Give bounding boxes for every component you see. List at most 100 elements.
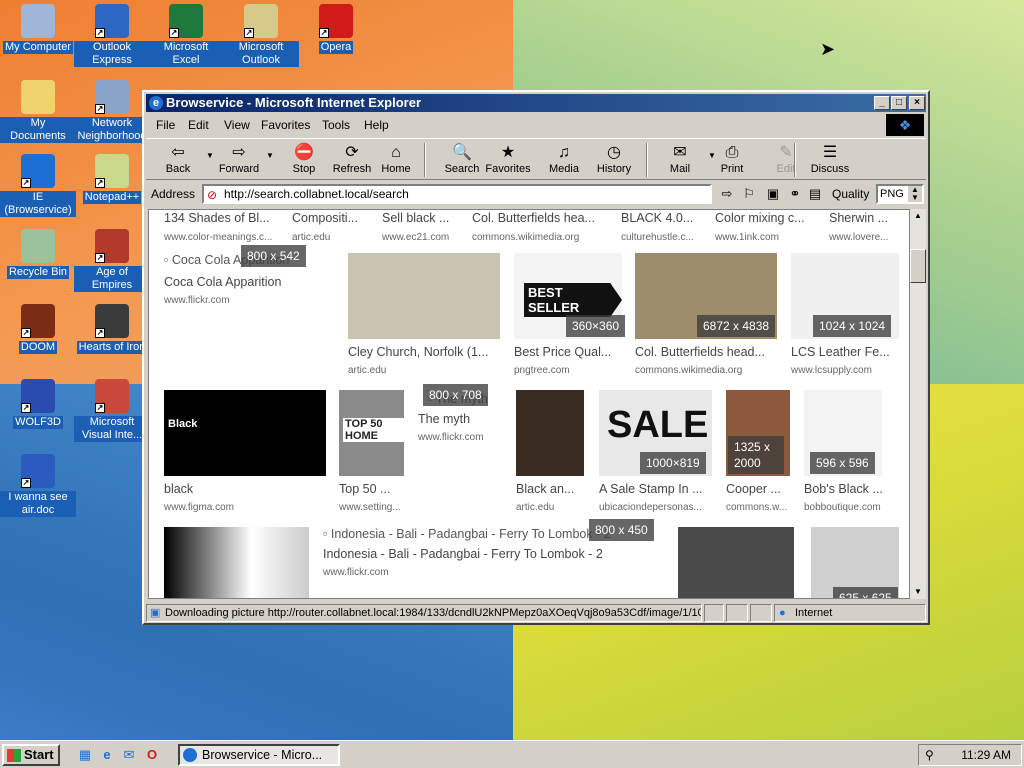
- result-source[interactable]: www.color-meanings.c...: [164, 232, 286, 243]
- desktop-icon[interactable]: ↗ Hearts of Iron: [74, 302, 150, 354]
- result-thumbnail[interactable]: [348, 253, 500, 339]
- desktop-icon[interactable]: ↗ Network Neighborhood: [74, 78, 150, 143]
- dropdown-arrow-icon[interactable]: ▼: [266, 151, 274, 160]
- vertical-scrollbar[interactable]: ▲ ▼: [910, 209, 926, 599]
- taskbar-item-browservice[interactable]: Browservice - Micro...: [178, 744, 340, 766]
- result-thumbnail[interactable]: [516, 390, 584, 476]
- result-source[interactable]: commons.w...: [726, 502, 800, 513]
- result-title[interactable]: Cley Church, Norfolk (1...: [348, 345, 500, 359]
- result-source[interactable]: commons.wikimedia.org: [635, 365, 777, 376]
- ie-quicklaunch-icon[interactable]: e: [98, 746, 116, 764]
- result-source[interactable]: www.setting...: [339, 502, 414, 513]
- close-button[interactable]: ×: [909, 96, 925, 110]
- mail-button[interactable]: ✉ Mail: [654, 143, 706, 175]
- print-button[interactable]: ⎙ Print: [706, 143, 758, 175]
- desktop-icon[interactable]: ↗ Microsoft Excel: [148, 2, 224, 67]
- result-source[interactable]: artic.edu: [292, 232, 376, 243]
- discuss-button[interactable]: ☰ Discuss: [804, 143, 856, 175]
- desktop-icon[interactable]: ↗ DOOM: [0, 302, 76, 354]
- result-title[interactable]: Indonesia - Bali - Padangbai - Ferry To …: [323, 547, 643, 561]
- desktop-icon[interactable]: ↗ Opera: [298, 2, 374, 54]
- result-source[interactable]: pngtree.com: [514, 365, 622, 376]
- find-icon[interactable]: ⚭: [786, 185, 804, 203]
- result-source[interactable]: www.flickr.com: [323, 567, 523, 578]
- result-source[interactable]: bobboutique.com: [804, 502, 892, 513]
- menu-item-tools[interactable]: Tools: [322, 118, 350, 132]
- desktop-icon[interactable]: ↗ I wanna see air.doc: [0, 452, 76, 517]
- result-title[interactable]: Black an...: [516, 482, 594, 496]
- desktop-icon[interactable]: ↗ Microsoft Outlook: [223, 2, 299, 67]
- window-titlebar[interactable]: e Browservice - Microsoft Internet Explo…: [146, 94, 926, 112]
- result-source[interactable]: www.ec21.com: [382, 232, 466, 243]
- desktop-icon[interactable]: My Computer: [0, 2, 76, 54]
- result-thumbnail[interactable]: TOP 50 HOME: [339, 390, 404, 476]
- result-source[interactable]: www.flickr.com: [164, 295, 334, 306]
- broken-image-alt[interactable]: ▫ Indonesia - Bali - Padangbai - Ferry T…: [323, 527, 611, 541]
- menu-item-file[interactable]: File: [156, 118, 175, 132]
- result-source[interactable]: www.flickr.com: [418, 432, 508, 443]
- show-desktop-icon[interactable]: ▦: [76, 746, 94, 764]
- history-button[interactable]: ◷ History: [588, 143, 640, 175]
- result-source[interactable]: www.lovere...: [829, 232, 909, 243]
- minimize-button[interactable]: _: [874, 96, 890, 110]
- result-source[interactable]: www.lcsupply.com: [791, 365, 899, 376]
- media-button[interactable]: ♫ Media: [538, 143, 590, 175]
- start-button[interactable]: Start: [2, 744, 60, 766]
- desktop-icon[interactable]: ↗ WOLF3D: [0, 377, 76, 429]
- desktop-icon[interactable]: ↗ Age of Empires: [74, 227, 150, 292]
- result-title[interactable]: 134 Shades of Bl...: [164, 211, 286, 225]
- favorites-button[interactable]: ★ Favorites: [482, 143, 534, 175]
- result-title[interactable]: A Sale Stamp In ...: [599, 482, 722, 496]
- result-title[interactable]: BLACK 4.0...: [621, 211, 711, 225]
- result-title[interactable]: LCS Leather Fe...: [791, 345, 899, 359]
- result-title[interactable]: Col. Butterfields hea...: [472, 211, 617, 225]
- desktop-icon[interactable]: ↗ Notepad++: [74, 152, 150, 204]
- result-source[interactable]: ubicaciondepersonas...: [599, 502, 722, 513]
- view-source-icon[interactable]: ▣: [764, 185, 782, 203]
- menu-item-view[interactable]: View: [224, 118, 250, 132]
- scroll-down-arrow-icon[interactable]: ▼: [910, 585, 926, 599]
- result-title[interactable]: Top 50 ...: [339, 482, 414, 496]
- result-title[interactable]: Sherwin ...: [829, 211, 909, 225]
- stop-button[interactable]: ⛔ Stop: [278, 143, 330, 175]
- menu-item-favorites[interactable]: Favorites: [261, 118, 310, 132]
- desktop-icon[interactable]: ↗ Microsoft Visual Inte...: [74, 377, 150, 442]
- result-thumbnail[interactable]: [164, 527, 309, 598]
- desktop-icon[interactable]: ↗ Outlook Express: [74, 2, 150, 67]
- quality-select[interactable]: PNG ▲ ▼: [876, 184, 924, 204]
- spinner-arrows-icon[interactable]: ▲ ▼: [908, 186, 922, 202]
- opera-quicklaunch-icon[interactable]: O: [143, 746, 161, 764]
- scrollbar-thumb[interactable]: [910, 249, 926, 283]
- result-title[interactable]: Bob's Black ...: [804, 482, 892, 496]
- result-source[interactable]: culturehustle.c...: [621, 232, 711, 243]
- result-title[interactable]: Col. Butterfields head...: [635, 345, 777, 359]
- result-source[interactable]: artic.edu: [516, 502, 594, 513]
- outlook-quicklaunch-icon[interactable]: ✉: [120, 746, 138, 764]
- maximize-button[interactable]: □: [891, 96, 907, 110]
- result-title[interactable]: Sell black ...: [382, 211, 466, 225]
- desktop-icon[interactable]: ↗ IE (Browservice): [0, 152, 76, 217]
- bookmark-icon[interactable]: ⚐: [740, 185, 758, 203]
- result-thumbnail[interactable]: Black: [164, 390, 326, 476]
- scroll-up-arrow-icon[interactable]: ▲: [910, 209, 926, 223]
- result-thumbnail[interactable]: [678, 527, 794, 598]
- result-source[interactable]: commons.wikimedia.org: [472, 232, 617, 243]
- menu-item-edit[interactable]: Edit: [188, 118, 209, 132]
- go-arrow-icon[interactable]: ⇨: [718, 185, 736, 203]
- result-title[interactable]: Compositi...: [292, 211, 376, 225]
- search-button[interactable]: 🔍 Search: [436, 143, 488, 175]
- result-title[interactable]: The myth: [418, 412, 508, 426]
- network-tray-icon[interactable]: ⚲: [925, 748, 941, 762]
- clipboard-icon[interactable]: ▤: [806, 185, 824, 203]
- result-title[interactable]: Color mixing c...: [715, 211, 825, 225]
- result-title[interactable]: Best Price Qual...: [514, 345, 622, 359]
- back-button[interactable]: ⇦ Back: [152, 143, 204, 175]
- menu-item-help[interactable]: Help: [364, 118, 389, 132]
- result-title[interactable]: Coca Cola Apparition: [164, 275, 334, 289]
- result-source[interactable]: www.figma.com: [164, 502, 326, 513]
- desktop-icon[interactable]: Recycle Bin: [0, 227, 76, 279]
- result-source[interactable]: artic.edu: [348, 365, 500, 376]
- forward-button[interactable]: ⇨ Forward: [206, 143, 272, 175]
- home-button[interactable]: ⌂ Home: [370, 143, 422, 175]
- result-title[interactable]: Cooper ...: [726, 482, 800, 496]
